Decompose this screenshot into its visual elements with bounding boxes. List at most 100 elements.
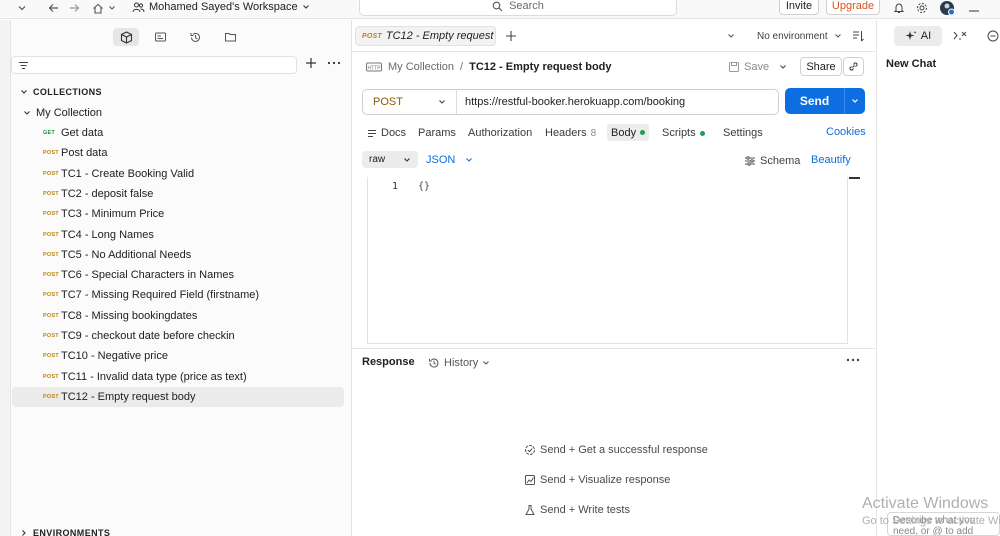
history-label: History bbox=[444, 356, 479, 369]
breadcrumb-collection[interactable]: My Collection bbox=[388, 61, 454, 73]
environments-section-header[interactable]: ENVIRONMENTS bbox=[20, 527, 110, 536]
home-dropdown-icon[interactable] bbox=[108, 0, 116, 16]
filter-collections-input[interactable] bbox=[11, 56, 297, 74]
hint-write-tests[interactable]: Send + Write tests bbox=[524, 503, 630, 517]
tab-headers-label: Headers bbox=[545, 127, 587, 139]
scrollbar-thumb[interactable] bbox=[849, 177, 860, 179]
send-button[interactable]: Send bbox=[785, 88, 865, 114]
method-badge: GET bbox=[43, 130, 55, 136]
request-name: TC4 - Long Names bbox=[61, 229, 154, 241]
collection-my-collection[interactable]: My Collection bbox=[12, 103, 344, 123]
breadcrumb: HTTP My Collection / TC12 - Empty reques… bbox=[366, 60, 612, 74]
minimize-window-icon[interactable] bbox=[968, 0, 980, 16]
ai-button[interactable]: AI bbox=[894, 26, 942, 46]
tab-settings[interactable]: Settings bbox=[723, 126, 763, 140]
add-collection-icon[interactable] bbox=[305, 57, 317, 69]
scripts-status-dot bbox=[699, 130, 705, 136]
share-button[interactable]: Share bbox=[800, 57, 842, 76]
tab-params[interactable]: Params bbox=[418, 126, 456, 140]
environments-header-label: ENVIRONMENTS bbox=[33, 528, 111, 536]
request-item[interactable]: POST TC6 - Special Characters in Names bbox=[12, 265, 344, 285]
chevron-down-icon[interactable] bbox=[17, 0, 27, 16]
new-chat-title: New Chat bbox=[886, 58, 937, 70]
notifications-bell-icon[interactable] bbox=[893, 0, 905, 16]
body-format-select[interactable]: JSON bbox=[426, 153, 473, 167]
environments-tab[interactable] bbox=[147, 28, 173, 46]
response-history-dropdown[interactable]: History bbox=[428, 356, 490, 369]
line-number: 1 bbox=[392, 181, 399, 192]
request-item[interactable]: POST TC3 - Minimum Price bbox=[12, 204, 344, 224]
new-tab-plus-icon[interactable] bbox=[505, 30, 517, 42]
variables-icon[interactable] bbox=[953, 30, 967, 42]
tab-body[interactable]: Body bbox=[607, 124, 650, 141]
tab-scripts-label: Scripts bbox=[662, 127, 696, 139]
upgrade-button[interactable]: Upgrade bbox=[826, 0, 880, 15]
hint-successful-response[interactable]: Send + Get a successful response bbox=[524, 443, 708, 457]
comments-icon[interactable] bbox=[986, 30, 1000, 42]
schema-button[interactable]: Schema bbox=[744, 154, 800, 168]
avatar[interactable] bbox=[939, 0, 955, 16]
settings-gear-icon[interactable] bbox=[916, 0, 928, 16]
body-mode-value: raw bbox=[369, 154, 386, 165]
breadcrumb-separator: / bbox=[460, 61, 464, 73]
request-item-selected[interactable]: POST TC12 - Empty request body bbox=[12, 387, 344, 407]
files-tab[interactable] bbox=[217, 28, 243, 46]
home-icon[interactable] bbox=[92, 0, 104, 16]
environment-quicklook-icon[interactable] bbox=[852, 30, 865, 42]
request-item[interactable]: POST TC11 - Invalid data type (price as … bbox=[12, 367, 344, 387]
response-divider[interactable] bbox=[352, 348, 875, 349]
chevron-down-icon bbox=[438, 98, 446, 106]
tab-title: TC12 - Empty request b bbox=[385, 30, 496, 42]
send-options-chevron-icon[interactable] bbox=[845, 97, 865, 105]
request-name: TC6 - Special Characters in Names bbox=[61, 269, 235, 281]
environment-selector[interactable]: No environment bbox=[757, 30, 842, 42]
body-code-editor[interactable] bbox=[367, 177, 860, 344]
more-options-icon[interactable] bbox=[327, 58, 341, 68]
collections-tab[interactable] bbox=[113, 28, 139, 46]
request-item[interactable]: POST Post data bbox=[12, 143, 344, 163]
workspace-switcher[interactable]: Mohamed Sayed's Workspace bbox=[132, 0, 310, 14]
tab-headers[interactable]: Headers 8 bbox=[545, 126, 596, 140]
request-item[interactable]: POST TC10 - Negative price bbox=[12, 346, 344, 366]
tab-docs[interactable]: Docs bbox=[367, 126, 406, 140]
request-item[interactable]: POST TC8 - Missing bookingdates bbox=[12, 306, 344, 326]
request-item[interactable]: POST TC5 - No Additional Needs bbox=[12, 245, 344, 265]
request-item[interactable]: GET Get data bbox=[12, 123, 344, 143]
request-item[interactable]: POST TC7 - Missing Required Field (first… bbox=[12, 285, 344, 305]
code-line[interactable]: {} bbox=[418, 181, 430, 192]
url-bar: POST https://restful-booker.herokuapp.co… bbox=[362, 89, 779, 115]
copy-link-button[interactable] bbox=[843, 57, 864, 76]
top-bar: Mohamed Sayed's Workspace Search Invite … bbox=[0, 0, 1000, 19]
back-arrow-icon[interactable] bbox=[48, 0, 60, 16]
body-mode-select[interactable]: raw bbox=[362, 151, 418, 168]
global-search-input[interactable]: Search bbox=[359, 0, 677, 16]
search-placeholder: Search bbox=[509, 0, 544, 12]
method-badge: POST bbox=[43, 333, 59, 339]
hint-text: Send + Visualize response bbox=[540, 474, 671, 486]
save-options-chevron-icon[interactable] bbox=[779, 63, 787, 71]
request-name: TC10 - Negative price bbox=[61, 350, 168, 362]
http-method-select[interactable]: POST bbox=[363, 90, 457, 114]
cookies-link[interactable]: Cookies bbox=[826, 126, 866, 138]
request-item[interactable]: POST TC4 - Long Names bbox=[12, 225, 344, 245]
save-button[interactable]: Save bbox=[728, 59, 769, 75]
request-tab-active[interactable]: POST TC12 - Empty request b bbox=[355, 26, 496, 46]
request-item[interactable]: POST TC1 - Create Booking Valid bbox=[12, 164, 344, 184]
breadcrumb-request-name[interactable]: TC12 - Empty request body bbox=[469, 61, 611, 73]
url-input[interactable]: https://restful-booker.herokuapp.com/boo… bbox=[457, 96, 685, 108]
forward-arrow-icon[interactable] bbox=[68, 0, 80, 16]
request-item[interactable]: POST TC2 - deposit false bbox=[12, 184, 344, 204]
tab-list-chevron-icon[interactable] bbox=[727, 32, 735, 40]
request-item[interactable]: POST TC9 - checkout date before checkin bbox=[12, 326, 344, 346]
history-tab[interactable] bbox=[182, 28, 208, 46]
editor-scrollbar[interactable] bbox=[847, 177, 860, 344]
response-more-options-icon[interactable] bbox=[846, 355, 860, 365]
request-name: TC3 - Minimum Price bbox=[61, 208, 165, 220]
hint-visualize-response[interactable]: Send + Visualize response bbox=[524, 473, 670, 487]
collections-section-header[interactable]: COLLECTIONS bbox=[20, 86, 102, 98]
save-icon bbox=[728, 61, 740, 73]
tab-authorization[interactable]: Authorization bbox=[468, 126, 532, 140]
beautify-button[interactable]: Beautify bbox=[811, 154, 851, 166]
tab-scripts[interactable]: Scripts bbox=[662, 126, 705, 140]
invite-button[interactable]: Invite bbox=[779, 0, 819, 15]
